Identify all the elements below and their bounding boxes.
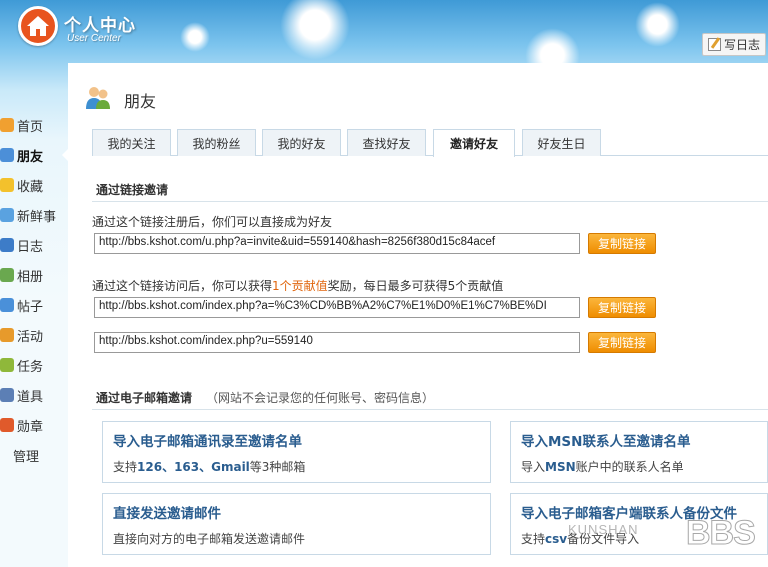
sidebar-item-events[interactable]: 活动 <box>0 320 68 350</box>
sidebar-item-favorites[interactable]: 收藏 <box>0 170 68 200</box>
sidebar-item-news-feed[interactable]: 新鲜事 <box>0 200 68 230</box>
card-subtitle-highlight: MSN <box>545 460 576 474</box>
sidebar-item-tasks[interactable]: 任务 <box>0 350 68 380</box>
logo-subtitle: User Center <box>67 33 121 44</box>
card-subtitle-a: 直接向对方的电子邮箱发送邀请邮件 <box>113 532 306 546</box>
reward-amount: 1个贡献值 <box>272 279 328 293</box>
site-watermark: KUNSHAN BBS <box>568 514 756 553</box>
dandelion-decoration <box>635 2 680 47</box>
card-subtitle-a: 支持 <box>521 532 546 546</box>
sidebar-item-tools[interactable]: 道具 <box>0 380 68 410</box>
page-title: 朋友 <box>124 92 157 111</box>
write-blog-label: 写日志 <box>723 38 760 52</box>
tab-find-friends[interactable]: 查找好友 <box>347 129 426 156</box>
sidebar-item-label: 勋章 <box>17 419 44 435</box>
tab-friend-birthdays[interactable]: 好友生日 <box>522 129 601 156</box>
sidebar-item-label: 新鲜事 <box>17 209 57 225</box>
sidebar-item-friends[interactable]: 朋友 <box>0 140 68 170</box>
import-msn-contacts-card[interactable]: 导入MSN联系人至邀请名单 导入MSN账户中的联系人名单 <box>510 421 768 483</box>
send-invite-email-card[interactable]: 直接发送邀请邮件 直接向对方的电子邮箱发送邀请邮件 <box>102 493 491 555</box>
watermark-small: KUNSHAN <box>568 522 639 537</box>
sidebar-item-blog[interactable]: 日志 <box>0 230 68 260</box>
post-icon <box>0 298 14 312</box>
blog-icon <box>0 238 14 252</box>
sidebar-item-home[interactable]: 首页 <box>0 110 68 140</box>
sidebar-nav: 首页 朋友 收藏 新鲜事 日志 相册 帖子 活动 任务 道具 勋章 管理 <box>0 110 68 470</box>
card-title: 导入MSN联系人至邀请名单 <box>521 434 691 450</box>
dandelion-decoration <box>180 22 210 52</box>
copy-link-button[interactable]: 复制链接 <box>588 332 656 353</box>
divider <box>92 409 768 410</box>
card-subtitle: 直接向对方的电子邮箱发送邀请邮件 <box>113 530 480 547</box>
sidebar-item-label: 朋友 <box>17 149 44 165</box>
tool-icon <box>0 388 14 402</box>
invite-link-field[interactable]: http://bbs.kshot.com/u.php?a=invite&uid=… <box>94 233 580 254</box>
star-icon <box>0 178 14 192</box>
sidebar-item-label: 相册 <box>17 269 44 285</box>
reward-text-a: 通过这个链接访问后，你可以获得 <box>92 279 273 293</box>
sidebar-item-manage[interactable]: 管理 <box>0 440 68 470</box>
card-subtitle-c: 账户中的联系人名单 <box>575 460 684 474</box>
write-blog-button[interactable]: 写日志 <box>702 33 766 56</box>
reward-text-b: 奖励，每日最多可获得5个贡献值 <box>327 279 504 293</box>
reward-link-field[interactable]: http://bbs.kshot.com/index.php?a=%C3%CD%… <box>94 297 580 318</box>
email-invite-heading: 通过电子邮箱邀请 （网站不会记录您的任何账号、密码信息） <box>96 389 434 406</box>
divider <box>92 201 768 202</box>
tab-my-friends[interactable]: 我的好友 <box>262 129 341 156</box>
tab-following[interactable]: 我的关注 <box>92 129 171 156</box>
invite-link-description: 通过这个链接注册后，你们可以直接成为好友 <box>92 215 333 229</box>
copy-link-button[interactable]: 复制链接 <box>588 233 656 254</box>
card-subtitle-a: 支持 <box>113 460 138 474</box>
sidebar-item-posts[interactable]: 帖子 <box>0 290 68 320</box>
home-icon <box>0 118 14 132</box>
event-icon <box>0 328 14 342</box>
copy-link-button[interactable]: 复制链接 <box>588 297 656 318</box>
sidebar-item-label: 首页 <box>17 119 44 135</box>
medal-icon <box>0 418 14 432</box>
card-subtitle-a: 导入 <box>521 460 546 474</box>
import-email-contacts-card[interactable]: 导入电子邮箱通讯录至邀请名单 支持126、163、Gmail等3种邮箱 <box>102 421 491 483</box>
watermark-big: BBS <box>686 514 757 553</box>
album-icon <box>0 268 14 282</box>
sidebar-item-label: 收藏 <box>17 179 44 195</box>
card-subtitle: 导入MSN账户中的联系人名单 <box>521 458 757 475</box>
tab-bar: 我的关注 我的粉丝 我的好友 查找好友 邀请好友 好友生日 <box>92 129 768 157</box>
friends-icon <box>0 148 14 162</box>
reward-link-description: 通过这个链接访问后，你可以获得1个贡献值奖励，每日最多可获得5个贡献值 <box>92 277 503 294</box>
card-subtitle-highlight: 126、163、Gmail <box>137 460 250 474</box>
speech-bubble-icon <box>0 208 14 222</box>
dandelion-decoration <box>280 0 350 60</box>
card-subtitle-c: 等3种邮箱 <box>249 460 306 474</box>
card-title: 直接发送邀请邮件 <box>113 506 221 522</box>
card-subtitle-highlight: csv <box>545 532 568 546</box>
profile-link-field[interactable]: http://bbs.kshot.com/index.php?u=559140 <box>94 332 580 353</box>
sidebar-item-label: 活动 <box>17 329 44 345</box>
sidebar-item-label: 道具 <box>17 389 44 405</box>
privacy-note: （网站不会记录您的任何账号、密码信息） <box>206 391 435 405</box>
house-icon <box>27 16 49 36</box>
sidebar-item-album[interactable]: 相册 <box>0 260 68 290</box>
main-panel: 朋友 我的关注 我的粉丝 我的好友 查找好友 邀请好友 好友生日 通过链接邀请 … <box>68 63 768 567</box>
sidebar-item-medals[interactable]: 勋章 <box>0 410 68 440</box>
link-invite-heading: 通过链接邀请 <box>96 183 169 197</box>
sidebar-item-label: 帖子 <box>17 299 44 315</box>
card-title: 导入电子邮箱通讯录至邀请名单 <box>113 434 302 450</box>
email-invite-title: 通过电子邮箱邀请 <box>96 391 193 405</box>
edit-icon <box>707 38 721 51</box>
sidebar-item-label: 日志 <box>17 239 44 255</box>
sidebar-item-label: 任务 <box>17 359 44 375</box>
card-subtitle: 支持126、163、Gmail等3种邮箱 <box>113 458 480 475</box>
friends-icon <box>86 87 110 109</box>
user-center-logo[interactable] <box>18 6 58 46</box>
task-icon <box>0 358 14 372</box>
tab-followers[interactable]: 我的粉丝 <box>177 129 256 156</box>
tab-invite-friends[interactable]: 邀请好友 <box>433 129 515 157</box>
